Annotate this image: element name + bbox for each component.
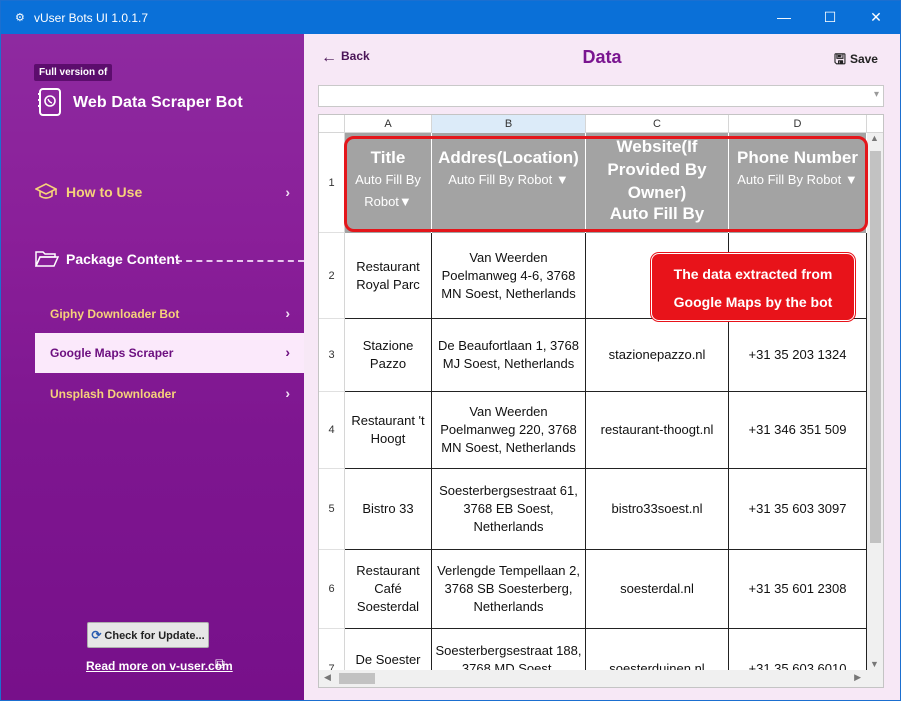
- save-button[interactable]: 🖫 Save: [834, 49, 878, 73]
- table-cell[interactable]: stazionepazzo.nl: [586, 319, 729, 392]
- chevron-right-icon: ›: [285, 305, 290, 321]
- table-cell[interactable]: soesterdal.nl: [586, 550, 729, 629]
- scroll-left-icon[interactable]: ◀: [324, 672, 331, 683]
- check-update-label: Check for Update...: [104, 630, 205, 642]
- table-cell[interactable]: Van Weerden Poelmanweg 220, 3768 MN Soes…: [432, 392, 586, 469]
- grid-corner[interactable]: [319, 115, 345, 133]
- divider: [176, 260, 304, 262]
- table-cell[interactable]: +31 346 351 509: [729, 392, 867, 469]
- column-header-row: A B C D: [319, 115, 883, 133]
- sidebar-item-unsplash-downloader[interactable]: Unsplash Downloader ›: [35, 374, 304, 414]
- main-panel: ← Back Data 🖫 Save ▾ A B C D 1 Title Auto …: [304, 34, 900, 700]
- table-cell[interactable]: De Beaufortlaan 1, 3768 MJ Soest, Nether…: [432, 319, 586, 392]
- sidebar-item-google-maps-scraper[interactable]: Google Maps Scraper ›: [35, 333, 304, 373]
- app-window: ⚙ vUser Bots UI 1.0.1.7 — ☐ ✕ Full versi…: [0, 0, 901, 701]
- table-cell[interactable]: +31 35 603 3097: [729, 469, 867, 550]
- row-header-1[interactable]: 1: [319, 133, 345, 233]
- column-header-c[interactable]: C: [586, 115, 729, 133]
- sidebar: Full version of Web Data Scraper Bot How…: [1, 34, 304, 700]
- data-grid[interactable]: A B C D 1 Title Auto Fill By Robot▼ Addr…: [318, 114, 884, 688]
- chevron-right-icon: ›: [285, 184, 290, 200]
- chevron-right-icon: ›: [285, 385, 290, 401]
- table-cell[interactable]: +31 35 601 2308: [729, 550, 867, 629]
- header-cell-label: Addres(Location): [438, 148, 579, 167]
- how-to-use-label: How to Use: [66, 184, 143, 200]
- table-cell[interactable]: Restaurant Royal Parc: [345, 233, 432, 319]
- table-cell[interactable]: Stazione Pazzo: [345, 319, 432, 392]
- callout-line: The data extracted from: [673, 266, 833, 282]
- row-header[interactable]: 6: [319, 550, 345, 629]
- row-header[interactable]: 3: [319, 319, 345, 392]
- table-cell[interactable]: +31 35 203 1324: [729, 319, 867, 392]
- row-header[interactable]: 2: [319, 233, 345, 319]
- maximize-button[interactable]: ☐: [807, 1, 853, 34]
- sidebar-item-label: Google Maps Scraper: [50, 346, 174, 360]
- header-cell-address[interactable]: Addres(Location) Auto Fill By Robot ▼: [432, 133, 586, 233]
- header-cell-sub: Auto Fill By Robot ▼: [737, 172, 858, 187]
- vertical-scrollbar[interactable]: ▲ ▼: [867, 133, 883, 671]
- book-phone-icon: [38, 88, 61, 116]
- table-cell[interactable]: restaurant-thoogt.nl: [586, 392, 729, 469]
- table-cell[interactable]: bistro33soest.nl: [586, 469, 729, 550]
- scroll-down-icon[interactable]: ▼: [870, 659, 879, 669]
- scroll-right-icon[interactable]: ▶: [854, 672, 861, 683]
- full-version-badge: Full version of: [34, 64, 113, 81]
- sidebar-item-label: Giphy Downloader Bot: [50, 307, 180, 321]
- close-button[interactable]: ✕: [853, 1, 899, 34]
- column-header-d[interactable]: D: [729, 115, 867, 133]
- table-cell[interactable]: Restaurant Café Soesterdal: [345, 550, 432, 629]
- title-bar[interactable]: ⚙ vUser Bots UI 1.0.1.7 — ☐ ✕: [1, 1, 900, 34]
- header-cell-title[interactable]: Title Auto Fill By Robot▼: [345, 133, 432, 233]
- sidebar-item-label: Unsplash Downloader: [50, 387, 177, 401]
- header-cell-phone[interactable]: Phone Number Auto Fill By Robot ▼: [729, 133, 867, 233]
- read-more-link[interactable]: Read more on v-user.com: [86, 659, 233, 673]
- table-cell[interactable]: Verlengde Tempellaan 2, 3768 SB Soesterb…: [432, 550, 586, 629]
- header-cell-website[interactable]: Website(If Provided By Owner) Auto Fill …: [586, 133, 729, 233]
- sheet-selector-dropdown[interactable]: ▾: [318, 85, 884, 107]
- header-cell-sub: Auto Fill By Robot▼: [355, 172, 421, 209]
- nav-how-to-use[interactable]: How to Use ›: [35, 183, 304, 204]
- chevron-down-icon: ▾: [873, 89, 879, 100]
- table-cell[interactable]: Bistro 33: [345, 469, 432, 550]
- minimize-button[interactable]: —: [761, 1, 807, 34]
- sidebar-item-giphy-downloader[interactable]: Giphy Downloader Bot ›: [35, 294, 304, 334]
- header-cell-label: Website(If Provided By Owner): [607, 137, 707, 202]
- row-header[interactable]: 5: [319, 469, 345, 550]
- header-cell-label: Phone Number: [737, 148, 858, 167]
- save-label: Save: [849, 52, 878, 66]
- page-title: Data: [582, 47, 622, 67]
- folder-icon: [35, 251, 59, 267]
- header-cell-label: Title: [370, 148, 406, 167]
- floppy-disk-icon: 🖫: [834, 51, 846, 67]
- horizontal-scrollbar[interactable]: ◀ ▶: [319, 670, 883, 687]
- external-link-icon[interactable]: ⧉: [215, 655, 225, 672]
- header-cell-sub: Auto Fill By Robot ▼: [448, 172, 569, 187]
- scroll-up-icon[interactable]: ▲: [870, 133, 879, 143]
- scrollbar-thumb[interactable]: [339, 673, 375, 684]
- table-cell[interactable]: Van Weerden Poelmanweg 4-6, 3768 MN Soes…: [432, 233, 586, 319]
- callout-line: Google Maps by the bot: [673, 294, 833, 310]
- package-content-label: Package Content: [66, 251, 180, 267]
- check-update-button[interactable]: ⟳ Check for Update...: [87, 622, 209, 648]
- annotation-callout: The data extracted from Google Maps by t…: [651, 253, 855, 321]
- brand-name: Web Data Scraper Bot: [73, 94, 243, 111]
- scrollbar-thumb[interactable]: [870, 151, 881, 543]
- gear-icon: ⚙: [15, 12, 25, 24]
- chevron-right-icon: ›: [285, 344, 290, 360]
- graduation-cap-icon: [35, 183, 57, 199]
- row-header[interactable]: 4: [319, 392, 345, 469]
- nav-package-content[interactable]: Package Content: [35, 251, 304, 271]
- window-title: vUser Bots UI 1.0.1.7: [34, 11, 149, 25]
- table-cell[interactable]: Soesterbergsestraat 61, 3768 EB Soest, N…: [432, 469, 586, 550]
- column-header-b[interactable]: B: [432, 115, 586, 133]
- refresh-icon: ⟳: [91, 628, 102, 642]
- column-header-a[interactable]: A: [345, 115, 432, 133]
- table-cell[interactable]: Restaurant 't Hoogt: [345, 392, 432, 469]
- header-cell-sub: Auto Fill By: [609, 204, 705, 223]
